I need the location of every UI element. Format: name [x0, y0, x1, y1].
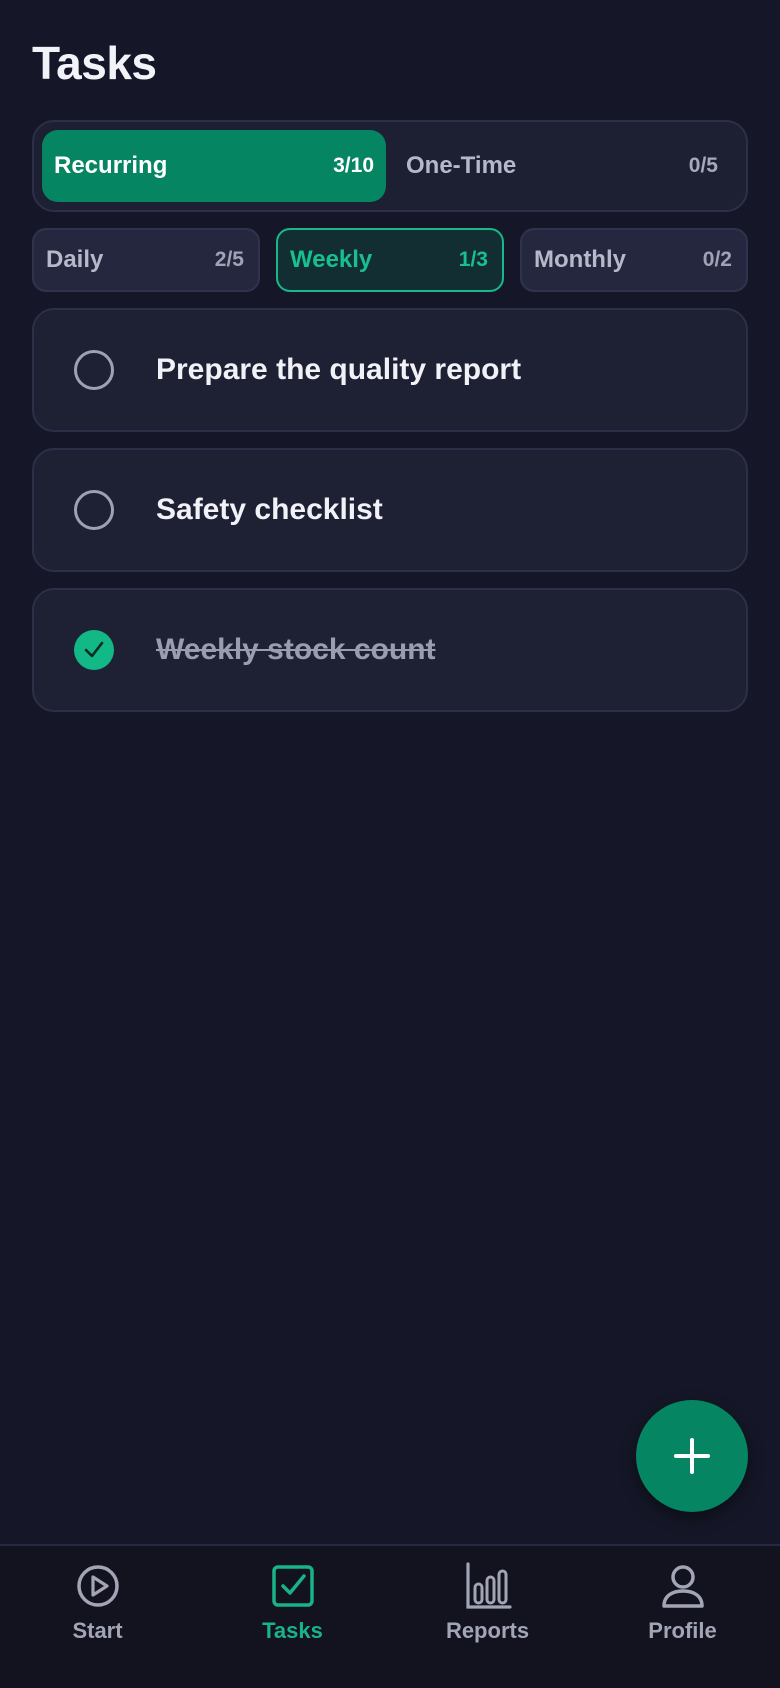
plus-icon	[674, 1438, 710, 1474]
segment-one-time-count: 0/5	[688, 154, 718, 177]
task-checkbox[interactable]	[74, 350, 114, 390]
nav-start[interactable]: Start	[0, 1562, 195, 1662]
task-checkbox-checked[interactable]	[74, 630, 114, 670]
task-label: Weekly stock count	[156, 633, 436, 666]
tab-monthly-count: 0/2	[702, 248, 732, 271]
nav-profile-label: Profile	[648, 1618, 717, 1643]
bar-chart-icon	[465, 1562, 512, 1609]
task-label: Safety checklist	[156, 493, 383, 526]
task-item[interactable]: Safety checklist	[32, 448, 748, 572]
segment-one-time[interactable]: One-Time 0/5	[394, 130, 738, 202]
tab-monthly[interactable]: Monthly 0/2	[520, 228, 748, 292]
tab-weekly-count: 1/3	[458, 248, 488, 271]
frequency-tabs: Daily 2/5 Weekly 1/3 Monthly 0/2	[32, 228, 748, 292]
tab-weekly-label: Weekly	[290, 246, 373, 273]
page-title: Tasks	[32, 37, 157, 89]
nav-start-label: Start	[72, 1618, 123, 1643]
add-task-button[interactable]	[636, 1400, 748, 1512]
task-type-segmented-control: Recurring 3/10 One-Time 0/5	[32, 120, 748, 212]
task-item[interactable]: Prepare the quality report	[32, 308, 748, 432]
tab-daily[interactable]: Daily 2/5	[32, 228, 260, 292]
tab-daily-count: 2/5	[214, 248, 244, 271]
segment-recurring-label: Recurring	[54, 152, 168, 179]
nav-reports-label: Reports	[445, 1618, 530, 1643]
segment-recurring[interactable]: Recurring 3/10	[42, 130, 386, 202]
task-item[interactable]: Weekly stock count	[32, 588, 748, 712]
tab-monthly-label: Monthly	[534, 246, 626, 273]
play-circle-icon	[76, 1565, 119, 1607]
task-label: Prepare the quality report	[156, 353, 522, 386]
checkbox-icon	[271, 1565, 314, 1607]
nav-profile[interactable]: Profile	[585, 1562, 780, 1662]
user-icon	[661, 1565, 704, 1608]
segment-recurring-count: 3/10	[333, 154, 374, 177]
bottom-navigation: Start Tasks Reports Profile	[0, 1544, 780, 1688]
nav-reports[interactable]: Reports	[390, 1562, 585, 1662]
tab-weekly[interactable]: Weekly 1/3	[276, 228, 504, 292]
nav-tasks[interactable]: Tasks	[195, 1562, 390, 1662]
nav-tasks-label: Tasks	[262, 1618, 323, 1643]
segment-one-time-label: One-Time	[406, 152, 517, 179]
task-checkbox[interactable]	[74, 490, 114, 530]
tasks-screen: Tasks Recurring 3/10 One-Time 0/5 Daily …	[0, 0, 780, 1688]
tab-daily-label: Daily	[46, 246, 104, 273]
checkmark-icon	[84, 641, 104, 658]
